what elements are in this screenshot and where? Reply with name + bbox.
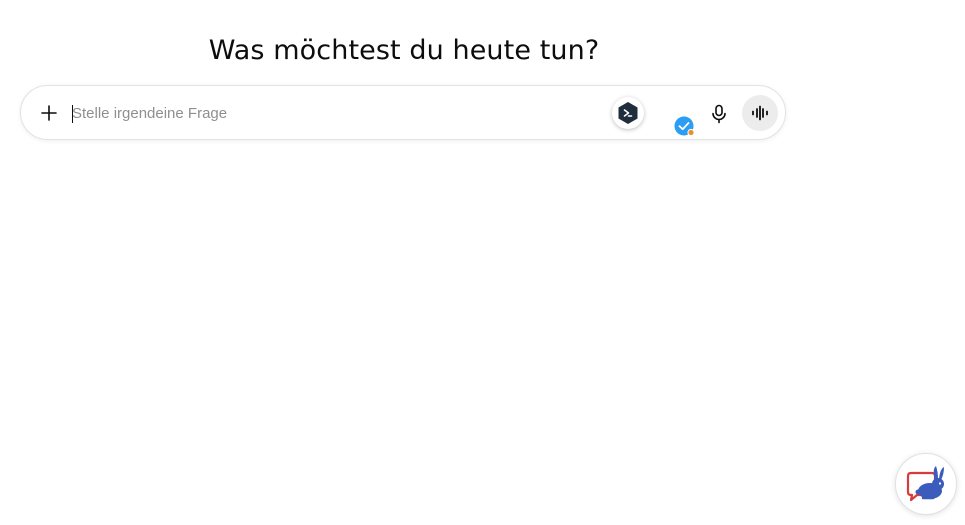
add-attachment-button[interactable]	[35, 99, 63, 127]
check-badge-icon	[674, 116, 695, 137]
helper-chat-button[interactable]	[895, 453, 957, 515]
rabbit-chat-icon	[906, 466, 944, 502]
hexagon-extension-icon	[618, 102, 638, 124]
plus-icon	[41, 105, 57, 121]
text-caret	[72, 105, 73, 123]
voice-mode-button[interactable]	[742, 95, 778, 131]
check-badge-button[interactable]	[674, 116, 695, 137]
prompt-composer	[20, 85, 786, 140]
prompt-input[interactable]	[72, 100, 592, 126]
microphone-icon	[712, 104, 726, 124]
chat-home-page: Was möchtest du heute tun?	[0, 0, 965, 525]
voice-waveform-icon	[752, 105, 768, 121]
dictate-button[interactable]	[705, 100, 733, 128]
extension-button[interactable]	[612, 97, 644, 129]
page-title: Was möchtest du heute tun?	[208, 35, 600, 67]
